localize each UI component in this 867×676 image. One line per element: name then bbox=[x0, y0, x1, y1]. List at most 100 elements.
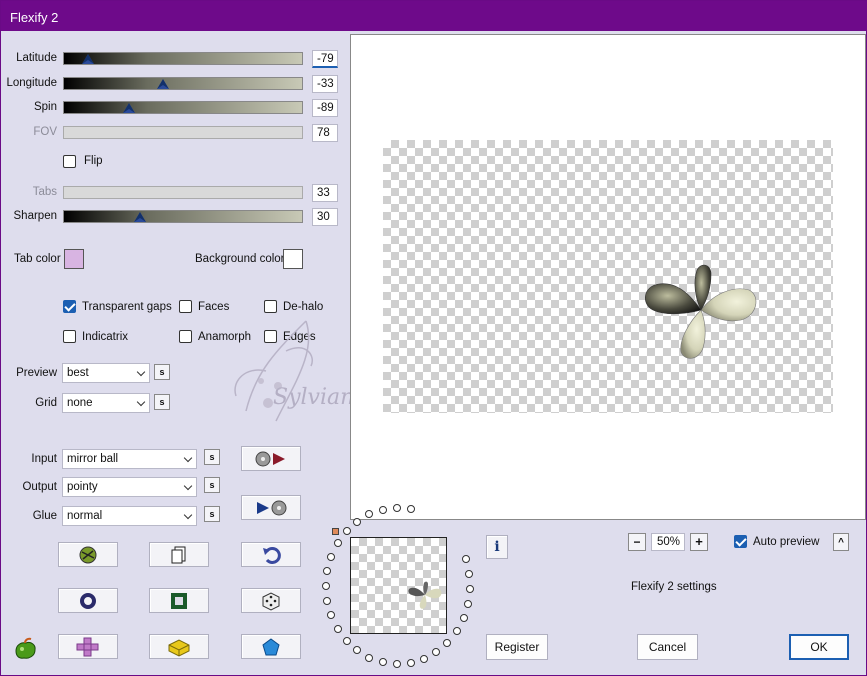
background-color-swatch[interactable] bbox=[283, 249, 303, 269]
navigator-dot[interactable] bbox=[353, 517, 362, 526]
navigator-dot[interactable] bbox=[333, 539, 342, 548]
output-select-value: pointy bbox=[67, 481, 98, 493]
navigator-dot[interactable] bbox=[392, 659, 401, 668]
navigator-dot[interactable] bbox=[452, 627, 461, 636]
register-label: Register bbox=[494, 640, 540, 654]
globe-icon bbox=[79, 546, 97, 563]
ring-icon bbox=[80, 592, 96, 609]
navigator-dot[interactable] bbox=[419, 654, 428, 663]
faces-checkbox[interactable] bbox=[179, 300, 192, 313]
cross-tiles-icon bbox=[76, 637, 99, 656]
transparent-gaps-label: Transparent gaps bbox=[82, 301, 172, 313]
navigator-dot[interactable] bbox=[342, 636, 351, 645]
plugin-logo-icon bbox=[15, 637, 36, 659]
navigator-thumbnail[interactable] bbox=[350, 537, 447, 634]
sharpen-slider[interactable] bbox=[63, 210, 303, 223]
frame-icon bbox=[171, 592, 187, 609]
info-button[interactable]: i bbox=[486, 535, 508, 559]
spin-field[interactable]: -89 bbox=[312, 99, 338, 117]
longitude-slider[interactable] bbox=[63, 77, 303, 90]
pentagon-button[interactable] bbox=[241, 634, 301, 659]
auto-preview-checkbox[interactable] bbox=[734, 535, 747, 548]
navigator-dot[interactable] bbox=[327, 552, 336, 561]
navigator-dot[interactable] bbox=[406, 505, 415, 514]
navigator-dot[interactable] bbox=[406, 658, 415, 667]
undo-button[interactable] bbox=[241, 542, 301, 567]
navigator-dot[interactable] bbox=[378, 658, 387, 667]
main-preview-pane[interactable] bbox=[350, 34, 866, 520]
zoom-in-button[interactable]: + bbox=[690, 533, 708, 551]
navigator-dot[interactable] bbox=[342, 527, 351, 536]
chevron-down-icon bbox=[183, 453, 193, 463]
navigator-dot[interactable] bbox=[323, 566, 332, 575]
preview-label: Preview bbox=[16, 367, 57, 379]
glue-select[interactable]: normal bbox=[62, 506, 197, 526]
sharpen-slider-thumb[interactable] bbox=[134, 212, 146, 222]
copy-button[interactable] bbox=[149, 542, 209, 567]
navigator-dot[interactable] bbox=[322, 582, 330, 590]
zoom-field[interactable]: 50% bbox=[651, 533, 685, 551]
navigator-dot[interactable] bbox=[323, 597, 332, 606]
latitude-slider[interactable] bbox=[63, 52, 303, 65]
randomize-button[interactable] bbox=[58, 542, 118, 567]
navigator-dot[interactable] bbox=[365, 653, 374, 662]
dice-button[interactable] bbox=[241, 588, 301, 613]
grid-select-value: none bbox=[67, 397, 93, 409]
navigator-dot[interactable] bbox=[443, 638, 452, 647]
latitude-slider-thumb[interactable] bbox=[82, 54, 94, 64]
navigator-dot[interactable] bbox=[464, 599, 473, 608]
flexify-dialog: Flexify 2 Latitude -79 Longitude -33 Spi… bbox=[0, 0, 867, 676]
sharpen-field[interactable]: 30 bbox=[312, 208, 338, 226]
latitude-field[interactable]: -79 bbox=[312, 50, 338, 68]
brick-button[interactable] bbox=[149, 634, 209, 659]
preview-select[interactable]: best bbox=[62, 363, 150, 383]
tabs-label: Tabs bbox=[32, 186, 57, 198]
output-label: Output bbox=[22, 481, 57, 493]
collapse-button[interactable]: ^ bbox=[833, 533, 849, 551]
plus-shape-button[interactable] bbox=[58, 634, 118, 659]
navigator-dot[interactable] bbox=[465, 569, 474, 578]
navigator-dot[interactable] bbox=[461, 555, 470, 564]
grid-s-button[interactable]: s bbox=[154, 394, 170, 410]
indicatrix-label: Indicatrix bbox=[82, 331, 129, 343]
navigator-dot[interactable] bbox=[353, 646, 362, 655]
cancel-button[interactable]: Cancel bbox=[637, 634, 698, 660]
navigator-dot[interactable] bbox=[465, 585, 474, 594]
glue-s-button[interactable]: s bbox=[204, 506, 220, 522]
navigator-dot[interactable] bbox=[333, 624, 342, 633]
indicatrix-checkbox[interactable] bbox=[63, 330, 76, 343]
navigator-marker[interactable] bbox=[332, 528, 339, 535]
spin-slider[interactable] bbox=[63, 101, 303, 114]
ring-button[interactable] bbox=[58, 588, 118, 613]
convert-input-button[interactable] bbox=[241, 446, 301, 471]
anamorph-checkbox[interactable] bbox=[179, 330, 192, 343]
navigator-dot[interactable] bbox=[432, 647, 441, 656]
glue-select-value: normal bbox=[67, 510, 103, 522]
chevron-down-icon bbox=[136, 367, 146, 377]
tab-color-swatch[interactable] bbox=[64, 249, 84, 269]
navigator-dot[interactable] bbox=[392, 504, 401, 512]
output-s-button[interactable]: s bbox=[204, 477, 220, 493]
navigator-dot[interactable] bbox=[327, 611, 336, 620]
longitude-field[interactable]: -33 bbox=[312, 75, 338, 93]
input-s-button[interactable]: s bbox=[204, 449, 220, 465]
navigator-dot[interactable] bbox=[459, 614, 468, 623]
convert-output-button[interactable] bbox=[241, 495, 301, 520]
copy-icon bbox=[171, 546, 186, 563]
grid-select[interactable]: none bbox=[62, 393, 150, 413]
title-bar: Flexify 2 bbox=[1, 1, 867, 31]
input-select[interactable]: mirror ball bbox=[62, 449, 197, 469]
flip-checkbox[interactable] bbox=[63, 155, 76, 168]
ok-button[interactable]: OK bbox=[789, 634, 849, 660]
preview-s-button[interactable]: s bbox=[154, 364, 170, 380]
register-button[interactable]: Register bbox=[486, 634, 548, 660]
zoom-out-button[interactable]: − bbox=[628, 533, 646, 551]
output-select[interactable]: pointy bbox=[62, 477, 197, 497]
ok-label: OK bbox=[810, 640, 828, 654]
transparent-gaps-checkbox[interactable] bbox=[63, 300, 76, 313]
navigator-dot[interactable] bbox=[378, 505, 387, 514]
longitude-slider-thumb[interactable] bbox=[157, 79, 169, 89]
tab-color-label: Tab color bbox=[14, 253, 61, 265]
spin-slider-thumb[interactable] bbox=[123, 103, 135, 113]
frame-button[interactable] bbox=[149, 588, 209, 613]
